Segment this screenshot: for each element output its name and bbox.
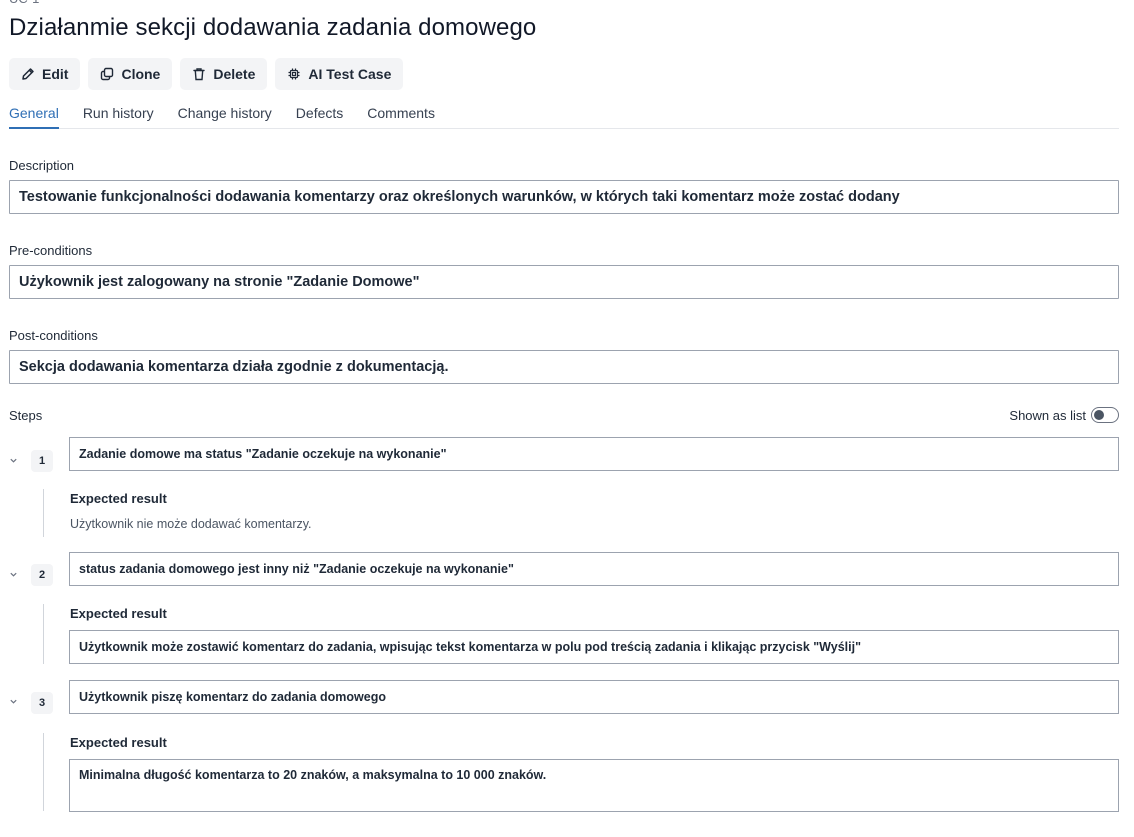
step-3-action: Użytkownik piszę komentarz do zadania do… — [69, 680, 1119, 714]
delete-label: Delete — [213, 66, 256, 82]
step-2-connector — [43, 604, 44, 664]
toggle-knob — [1094, 410, 1104, 420]
step-1-number: 1 — [31, 450, 53, 472]
step-3-connector — [43, 733, 44, 811]
description-field: Testowanie funkcjonalności dodawania kom… — [9, 180, 1119, 214]
postconditions-field: Sekcja dodawania komentarza działa zgodn… — [9, 350, 1119, 384]
edit-label: Edit — [42, 66, 69, 82]
tab-run-history[interactable]: Run history — [83, 96, 154, 129]
step-1-expected-label: Expected result — [70, 491, 167, 506]
description-label: Description — [9, 158, 75, 173]
copy-icon — [100, 67, 114, 81]
chip-icon — [287, 67, 301, 81]
step-1-collapse-chevron-icon[interactable] — [9, 456, 19, 466]
step-3-expected-field: Minimalna długość komentarza to 20 znakó… — [69, 759, 1119, 812]
postconditions-label: Post-conditions — [9, 328, 98, 343]
preconditions-field: Użykownik jest zalogowany na stronie "Za… — [9, 265, 1119, 299]
pencil-icon — [21, 67, 35, 81]
trash-icon — [192, 67, 206, 81]
step-1-action: Zadanie domowe ma status "Zadanie oczeku… — [69, 437, 1119, 471]
toolbar: Edit Clone Delete AI Test Case — [9, 58, 404, 90]
tab-bar: General Run history Change history Defec… — [9, 96, 1119, 129]
preconditions-label: Pre-conditions — [9, 243, 93, 258]
step-3-expected-label: Expected result — [70, 735, 167, 750]
delete-button[interactable]: Delete — [180, 58, 268, 90]
ai-test-case-button[interactable]: AI Test Case — [275, 58, 404, 90]
step-3-collapse-chevron-icon[interactable] — [9, 697, 19, 707]
case-id: UC-1 — [9, 0, 39, 6]
step-2-collapse-chevron-icon[interactable] — [9, 570, 19, 580]
step-2-action: status zadania domowego jest inny niż "Z… — [69, 552, 1119, 586]
step-1-connector — [43, 489, 44, 537]
step-1-expected-text: Użytkownik nie może dodawać komentarzy. — [70, 517, 312, 531]
tab-change-history[interactable]: Change history — [178, 96, 272, 129]
steps-label: Steps — [9, 408, 43, 423]
shown-as-list-toggle[interactable] — [1091, 407, 1119, 423]
step-2-expected-field: Użytkownik może zostawić komentarz do za… — [69, 630, 1119, 664]
shown-as-list-control: Shown as list — [1009, 407, 1119, 423]
step-3-number: 3 — [31, 692, 53, 714]
clone-button[interactable]: Clone — [88, 58, 173, 90]
step-2-expected-label: Expected result — [70, 606, 167, 621]
ai-test-case-label: AI Test Case — [308, 66, 392, 82]
page-title: Działanmie sekcji dodawania zadania domo… — [9, 14, 537, 41]
edit-button[interactable]: Edit — [9, 58, 81, 90]
tab-comments[interactable]: Comments — [367, 96, 435, 129]
tab-defects[interactable]: Defects — [296, 96, 343, 129]
tab-general[interactable]: General — [9, 96, 59, 129]
shown-as-list-label: Shown as list — [1009, 407, 1086, 423]
step-2-number: 2 — [31, 564, 53, 586]
clone-label: Clone — [121, 66, 161, 82]
